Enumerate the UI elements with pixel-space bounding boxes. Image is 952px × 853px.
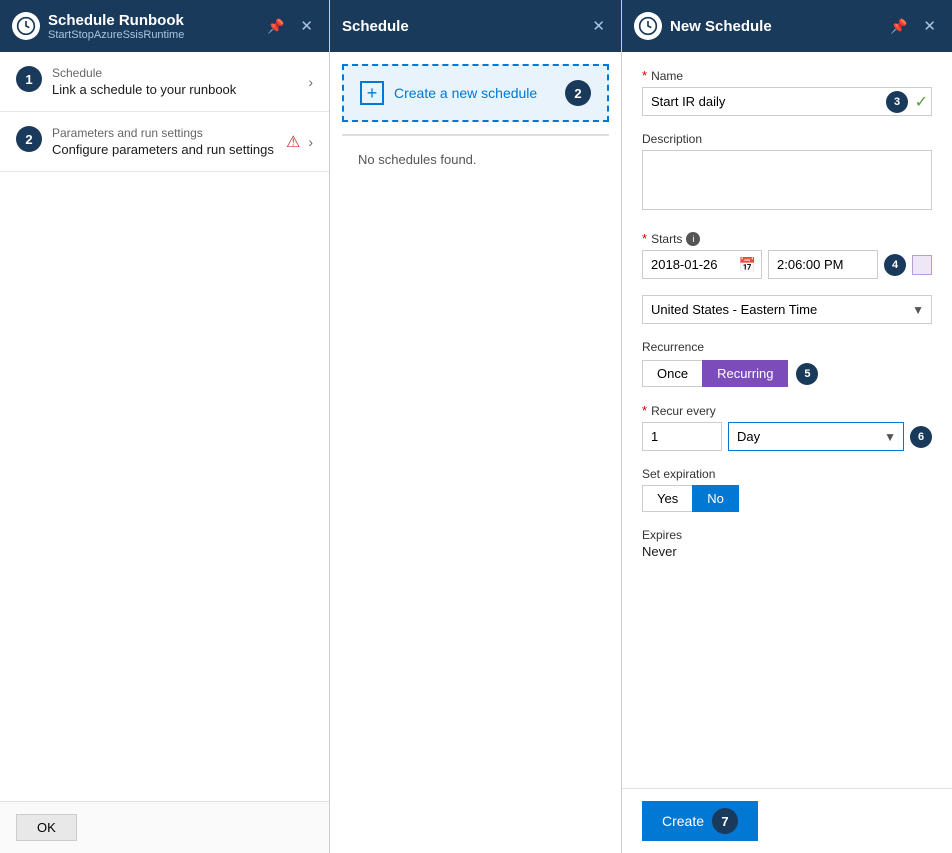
nav-item-number-1: 1 [16, 66, 42, 92]
no-schedules-text: No schedules found. [342, 135, 609, 183]
starts-required-star: * [642, 231, 647, 246]
expires-label: Expires [642, 528, 932, 542]
recur-every-group: * Recur every Day Week Month Hour ▼ 6 [642, 403, 932, 451]
right-panel-title: New Schedule [670, 18, 772, 35]
create-schedule-button[interactable]: + Create a new schedule 2 [342, 64, 609, 122]
recurrence-recurring-button[interactable]: Recurring [702, 360, 788, 387]
recur-every-input[interactable] [642, 422, 722, 451]
expiration-yes-button[interactable]: Yes [642, 485, 692, 512]
parameters-nav-item[interactable]: 2 Parameters and run settings Configure … [0, 112, 329, 172]
schedule-nav-item[interactable]: 1 Schedule Link a schedule to your runbo… [0, 52, 329, 112]
right-panel-header: New Schedule 📌 ✕ [622, 0, 952, 52]
left-pin-button[interactable]: 📌 [263, 16, 288, 37]
name-label: Name [651, 69, 683, 83]
create-button-label: Create [662, 813, 704, 829]
set-expiration-label: Set expiration [642, 467, 715, 481]
new-schedule-form: * Name 3 ✓ Description * Starts i [622, 52, 952, 788]
name-required-star: * [642, 68, 647, 83]
name-step-badge: 3 [886, 91, 908, 113]
left-panel-header: Schedule Runbook StartStopAzureSsisRunti… [0, 0, 329, 52]
left-panel-subtitle: StartStopAzureSsisRuntime [48, 29, 184, 41]
recur-every-label: Recur every [651, 404, 716, 418]
chevron-right-icon-1: › [308, 74, 313, 90]
description-label: Description [642, 132, 702, 146]
left-panel-footer: OK [0, 801, 329, 853]
time-input[interactable] [768, 250, 878, 279]
recur-every-step-badge: 6 [910, 426, 932, 448]
left-panel-content: 1 Schedule Link a schedule to your runbo… [0, 52, 329, 801]
recurrence-once-button[interactable]: Once [642, 360, 702, 387]
starts-step-badge: 4 [884, 254, 906, 276]
middle-panel-title: Schedule [342, 18, 409, 35]
middle-close-button[interactable]: ✕ [588, 15, 609, 37]
nav-item-number-2: 2 [16, 126, 42, 152]
expires-value: Never [642, 544, 932, 559]
recurrence-group: Recurrence Once Recurring 5 [642, 340, 932, 387]
create-step-badge: 7 [712, 808, 738, 834]
expiration-no-button[interactable]: No [692, 485, 739, 512]
date-input[interactable] [642, 250, 762, 279]
clock-icon-right [634, 12, 662, 40]
clock-icon-left [12, 12, 40, 40]
left-panel-title: Schedule Runbook [48, 12, 184, 29]
middle-panel-header: Schedule ✕ [330, 0, 621, 52]
description-group: Description [642, 132, 932, 215]
expires-group: Expires Never [642, 528, 932, 559]
right-close-button[interactable]: ✕ [919, 15, 940, 37]
timezone-group: United States - Eastern Time United Stat… [642, 295, 932, 324]
nav-item-desc-2: Configure parameters and run settings [52, 142, 274, 157]
starts-label: Starts [651, 232, 682, 246]
create-schedule-badge: 2 [565, 80, 591, 106]
create-schedule-label: Create a new schedule [394, 85, 537, 101]
expiration-group: Set expiration Yes No [642, 467, 932, 512]
new-schedule-footer: Create 7 [622, 788, 952, 853]
middle-panel-content: + Create a new schedule 2 No schedules f… [330, 52, 621, 853]
nav-item-desc-1: Link a schedule to your runbook [52, 82, 236, 97]
recurrence-step-badge: 5 [796, 363, 818, 385]
nav-item-title-1: Schedule [52, 66, 236, 80]
left-close-button[interactable]: ✕ [296, 15, 317, 37]
error-icon: ⚠ [286, 132, 300, 152]
recur-required-star: * [642, 403, 647, 418]
starts-info-icon[interactable]: i [686, 232, 700, 246]
starts-group: * Starts i 📅 4 [642, 231, 932, 279]
new-schedule-panel: New Schedule 📌 ✕ * Name 3 ✓ Description [622, 0, 952, 853]
schedule-panel: Schedule ✕ + Create a new schedule 2 No … [330, 0, 622, 853]
schedule-runbook-panel: Schedule Runbook StartStopAzureSsisRunti… [0, 0, 330, 853]
name-group: * Name 3 ✓ [642, 68, 932, 116]
create-button[interactable]: Create 7 [642, 801, 758, 841]
recurrence-label: Recurrence [642, 340, 932, 354]
right-pin-button[interactable]: 📌 [886, 16, 911, 37]
nav-item-title-2: Parameters and run settings [52, 126, 274, 140]
description-input[interactable] [642, 150, 932, 210]
plus-icon: + [360, 81, 384, 105]
check-icon: ✓ [915, 92, 928, 112]
timezone-select[interactable]: United States - Eastern Time United Stat… [642, 295, 932, 324]
chevron-right-icon-2: › [308, 134, 313, 150]
recur-unit-select[interactable]: Day Week Month Hour [728, 422, 904, 451]
ok-button[interactable]: OK [16, 814, 77, 841]
